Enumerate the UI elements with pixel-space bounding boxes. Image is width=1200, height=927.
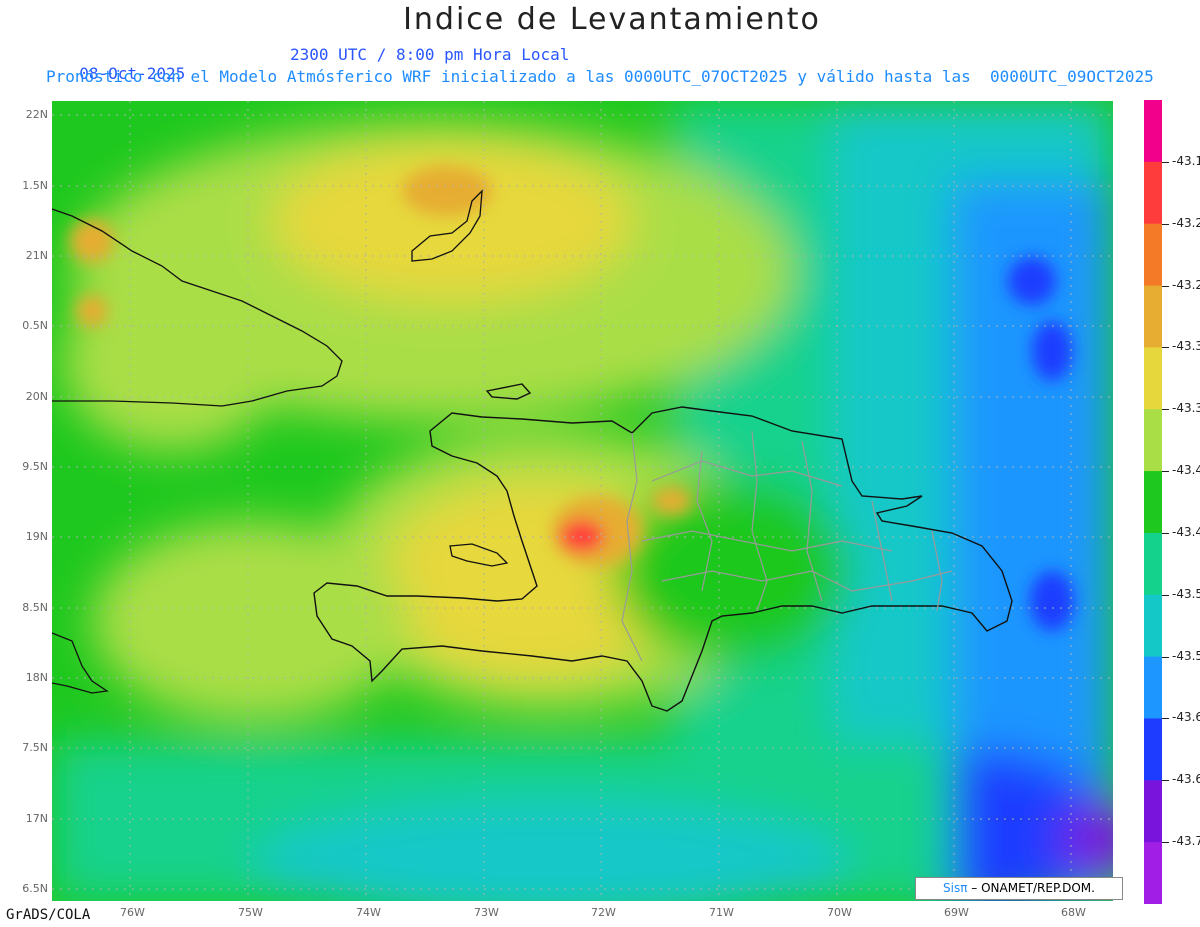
sispi-logo: Sisπ xyxy=(943,881,968,895)
hot-east-orange xyxy=(652,487,692,515)
lat-label: 8.5N xyxy=(22,601,48,614)
colorbar-tick xyxy=(1162,718,1169,720)
colorbar-label: -43.7 xyxy=(1172,834,1200,849)
lat-label: 20N xyxy=(25,390,48,403)
colorbar-tick xyxy=(1162,471,1169,473)
lon-label: 71W xyxy=(709,906,734,919)
field-north-yellow xyxy=(272,141,632,301)
colorbar-swatch xyxy=(1144,100,1162,163)
colorbar-label: -43.1 xyxy=(1172,153,1200,168)
colorbar-label: -43.5 xyxy=(1172,586,1200,601)
colorbar-swatch xyxy=(1144,161,1162,225)
colorbar-tick xyxy=(1162,409,1169,411)
colorbar-tick xyxy=(1162,285,1169,287)
lat-label: 6.5N xyxy=(22,882,48,895)
colorbar-swatch xyxy=(1144,471,1162,534)
colorbar-label: -43.4 xyxy=(1172,524,1200,539)
colorbar-swatch xyxy=(1144,718,1162,781)
hot-core-red xyxy=(560,520,604,552)
colorbar-swatch xyxy=(1144,842,1162,904)
colorbar-label: -43.4 xyxy=(1172,463,1200,478)
credit-box: Sisπ – ONAMET/REP.DOM. xyxy=(915,877,1123,900)
colorbar-tick xyxy=(1162,656,1169,658)
lon-label: 69W xyxy=(944,906,969,919)
hot-north-orange xyxy=(402,166,492,216)
colorbar-swatch xyxy=(1144,409,1162,472)
lat-label: 0.5N xyxy=(22,319,48,332)
lon-label: 73W xyxy=(474,906,499,919)
valid-time: 2300 UTC / 8:00 pm Hora Local xyxy=(290,45,570,64)
colorbar-tick xyxy=(1162,594,1169,596)
lat-label: 21N xyxy=(25,249,48,262)
colorbar-tick xyxy=(1162,161,1169,163)
colorbar-tick xyxy=(1162,780,1169,782)
lon-label: 74W xyxy=(356,906,381,919)
colorbar-swatch xyxy=(1144,347,1162,410)
lat-label: 22N xyxy=(25,108,48,121)
lon-label: 68W xyxy=(1061,906,1086,919)
lat-label: 9.5N xyxy=(22,460,48,473)
lat-label: 17N xyxy=(25,812,48,825)
lon-label: 76W xyxy=(120,906,145,919)
credit-text: – ONAMET/REP.DOM. xyxy=(971,881,1095,895)
field-dr-green xyxy=(612,481,852,661)
cold-ne2-blue xyxy=(1032,321,1072,381)
grads-footer: GrADS/COLA xyxy=(6,907,91,923)
chart-title: Indice de Levantamiento xyxy=(403,2,821,37)
cold-e-blue xyxy=(1030,571,1074,631)
colorbar-swatch xyxy=(1144,656,1162,719)
colorbar-swatch xyxy=(1144,780,1162,843)
lon-label: 75W xyxy=(238,906,263,919)
colorbar-swatch xyxy=(1144,223,1162,287)
colorbar xyxy=(1144,100,1162,904)
colorbar-swatch xyxy=(1144,285,1162,348)
lon-label: 70W xyxy=(827,906,852,919)
colorbar-tick xyxy=(1162,842,1169,844)
colorbar-swatch xyxy=(1144,532,1162,596)
colorbar-label: -43.2 xyxy=(1172,215,1200,230)
lon-label: 72W xyxy=(591,906,616,919)
colorbar-label: -43.3 xyxy=(1172,339,1200,354)
model-subtitle: Pronóstico con el Modelo Atmósferico WRF… xyxy=(46,67,1154,86)
lat-label: 7.5N xyxy=(22,741,48,754)
hot-west2-orange xyxy=(76,295,108,327)
colorbar-label: -43.2 xyxy=(1172,277,1200,292)
lat-label: 18N xyxy=(25,671,48,684)
cold-ne-blue xyxy=(1008,257,1056,305)
colorbar-tick xyxy=(1162,347,1169,349)
colorbar-tick xyxy=(1162,532,1169,534)
lifted-index-map xyxy=(52,101,1113,901)
colorbar-label: -43.3 xyxy=(1172,401,1200,416)
colorbar-label: -43.6 xyxy=(1172,710,1200,725)
lat-label: 19N xyxy=(25,530,48,543)
colorbar-label: -43.6 xyxy=(1172,772,1200,787)
lat-label: 1.5N xyxy=(22,179,48,192)
field-sw-lime xyxy=(92,521,412,721)
colorbar-tick xyxy=(1162,223,1169,225)
colorbar-swatch xyxy=(1144,594,1162,658)
colorbar-label: -43.5 xyxy=(1172,648,1200,663)
